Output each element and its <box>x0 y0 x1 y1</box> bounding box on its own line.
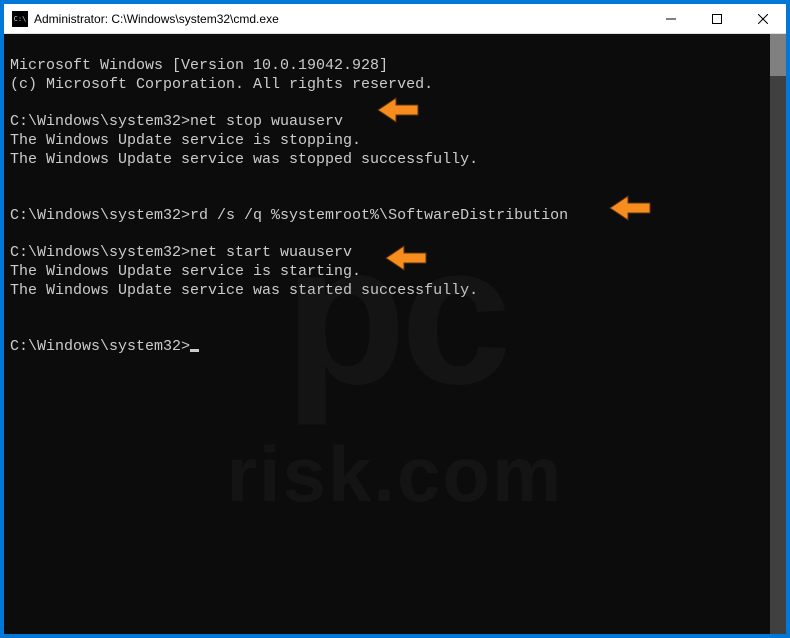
close-button[interactable] <box>740 4 786 33</box>
window-controls <box>648 4 786 33</box>
watermark: pc risk.com <box>4 185 786 543</box>
command: net stop wuauserv <box>190 113 343 130</box>
command: rd /s /q %systemroot%\SoftwareDistributi… <box>190 207 568 224</box>
terminal-line: Microsoft Windows [Version 10.0.19042.92… <box>10 57 388 74</box>
terminal-line: The Windows Update service is stopping. <box>10 132 361 149</box>
prompt: C:\Windows\system32> <box>10 338 190 355</box>
scrollbar[interactable] <box>770 34 786 634</box>
titlebar[interactable]: C:\ Administrator: C:\Windows\system32\c… <box>4 4 786 34</box>
command: net start wuauserv <box>190 244 352 261</box>
scrollbar-thumb[interactable] <box>770 34 786 76</box>
cmd-icon: C:\ <box>12 11 28 27</box>
window-title: Administrator: C:\Windows\system32\cmd.e… <box>34 12 648 26</box>
terminal-line: The Windows Update service is starting. <box>10 263 361 280</box>
watermark-line2: risk.com <box>4 435 786 513</box>
minimize-button[interactable] <box>648 4 694 33</box>
terminal-line: (c) Microsoft Corporation. All rights re… <box>10 76 433 93</box>
cursor <box>190 349 199 352</box>
terminal-area[interactable]: Microsoft Windows [Version 10.0.19042.92… <box>4 34 786 634</box>
maximize-button[interactable] <box>694 4 740 33</box>
prompt: C:\Windows\system32> <box>10 207 190 224</box>
prompt: C:\Windows\system32> <box>10 244 190 261</box>
terminal-line: The Windows Update service was stopped s… <box>10 151 478 168</box>
prompt: C:\Windows\system32> <box>10 113 190 130</box>
terminal-line: The Windows Update service was started s… <box>10 282 478 299</box>
cmd-window: C:\ Administrator: C:\Windows\system32\c… <box>4 4 786 634</box>
